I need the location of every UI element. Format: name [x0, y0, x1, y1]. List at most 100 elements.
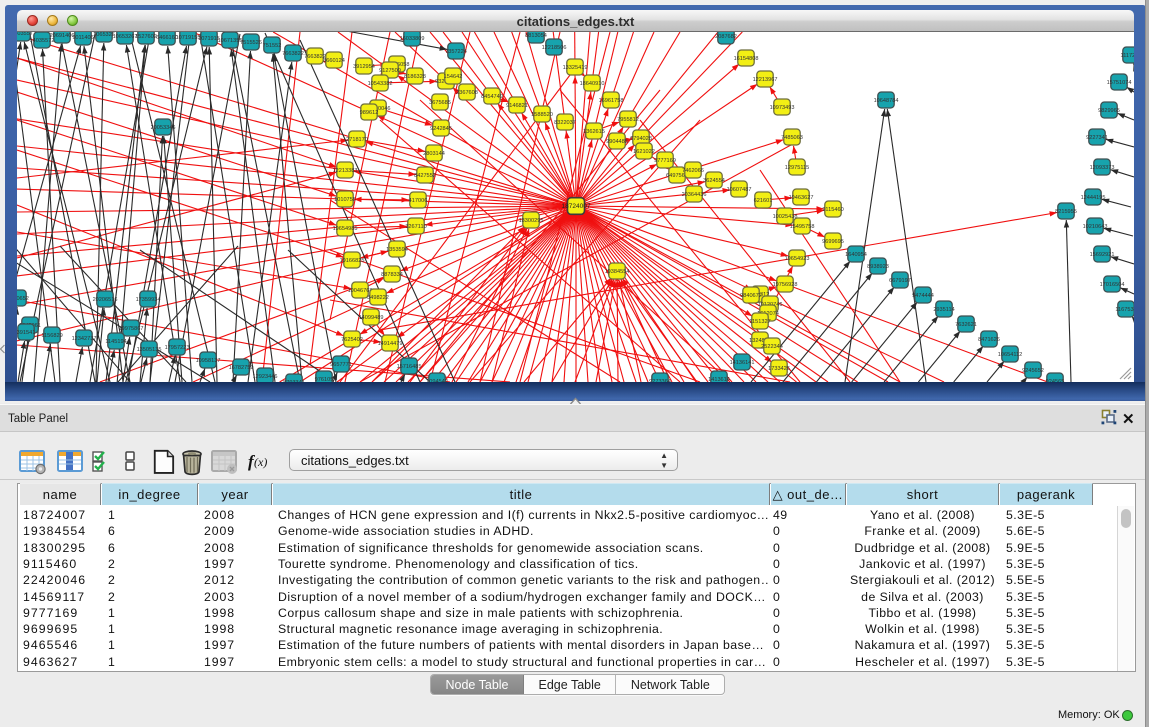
svg-text:15751074: 15751074	[1107, 80, 1132, 86]
svg-text:8454749: 8454749	[481, 94, 503, 100]
svg-text:1094542: 1094542	[426, 379, 448, 382]
svg-text:10671355: 10671355	[218, 38, 243, 44]
svg-text:15495758: 15495758	[790, 224, 815, 230]
svg-text:13505135: 13505135	[137, 347, 162, 353]
svg-text:19463627: 19463627	[789, 195, 814, 201]
svg-text:2087682: 2087682	[715, 34, 737, 40]
svg-text:19384554: 19384554	[605, 269, 630, 275]
svg-text:1353594: 1353594	[386, 247, 408, 253]
svg-text:18640910: 18640910	[580, 81, 605, 87]
svg-text:391541: 391541	[17, 330, 35, 336]
svg-text:18724007: 18724007	[562, 203, 591, 210]
svg-text:8322037: 8322037	[554, 120, 576, 126]
svg-text:8938923: 8938923	[867, 264, 889, 270]
svg-text:10607487: 10607487	[727, 187, 752, 193]
svg-text:9904485: 9904485	[606, 139, 628, 145]
svg-text:2620652: 2620652	[17, 296, 29, 302]
svg-text:10973493: 10973493	[770, 105, 795, 111]
svg-text:2403557: 2403557	[17, 32, 33, 37]
svg-text:2522344: 2522344	[761, 344, 783, 350]
svg-text:1145194: 1145194	[105, 339, 126, 345]
svg-text:6794028: 6794028	[630, 136, 652, 142]
svg-text:1527602: 1527602	[135, 34, 157, 40]
svg-text:3267110: 3267110	[405, 224, 426, 230]
svg-text:12342737: 12342737	[72, 336, 97, 342]
svg-text:1588520: 1588520	[531, 112, 553, 118]
svg-text:16033809: 16033809	[400, 36, 425, 42]
svg-text:3675685: 3675685	[429, 100, 451, 106]
svg-text:989612: 989612	[360, 110, 379, 116]
svg-text:10648784: 10648784	[874, 98, 899, 104]
svg-text:976105: 976105	[315, 377, 334, 382]
svg-text:10958137: 10958137	[196, 358, 221, 364]
svg-text:12093373: 12093373	[1090, 165, 1115, 171]
svg-text:8186328: 8186328	[404, 74, 426, 80]
svg-text:20053346: 20053346	[151, 125, 176, 131]
svg-text:8215955: 8215955	[1055, 209, 1077, 215]
svg-text:2367608: 2367608	[456, 90, 478, 96]
svg-text:12213383: 12213383	[333, 168, 358, 174]
svg-text:9273364: 9273364	[649, 379, 671, 382]
svg-text:14914479: 14914479	[378, 341, 403, 347]
svg-text:9011406: 9011406	[72, 35, 93, 41]
svg-text:20691406: 20691406	[50, 33, 75, 39]
svg-text:20364436: 20364436	[682, 192, 707, 198]
svg-text:14099489: 14099489	[359, 315, 384, 321]
svg-text:1640954: 1640954	[845, 252, 867, 258]
svg-text:3498222: 3498222	[367, 295, 389, 301]
svg-text:16782759: 16782759	[229, 365, 254, 371]
svg-text:1156829: 1156829	[41, 333, 62, 339]
svg-text:7632621: 7632621	[955, 322, 977, 328]
svg-text:13325419: 13325419	[563, 65, 588, 71]
svg-text:15692921: 15692921	[1090, 252, 1115, 258]
svg-text:9474444: 9474444	[912, 293, 934, 299]
svg-text:20206516: 20206516	[93, 297, 118, 303]
svg-text:9245652: 9245652	[1022, 368, 1044, 374]
svg-text:9146821: 9146821	[506, 103, 528, 109]
svg-text:2935114: 2935114	[933, 307, 954, 313]
svg-text:10025438: 10025438	[773, 214, 798, 220]
svg-text:19654923: 19654923	[785, 256, 810, 262]
svg-text:9115460: 9115460	[822, 207, 843, 213]
svg-text:751552: 751552	[263, 43, 282, 49]
svg-text:9840672: 9840672	[740, 293, 762, 299]
svg-text:1167534: 1167534	[1115, 307, 1134, 313]
svg-text:10046768: 10046768	[348, 288, 373, 294]
svg-text:14136141: 14136141	[730, 360, 755, 366]
svg-text:9242845: 9242845	[430, 126, 452, 132]
svg-text:924565: 924565	[1046, 379, 1065, 382]
svg-text:3660124: 3660124	[323, 58, 345, 64]
svg-text:12218506: 12218506	[542, 45, 567, 51]
svg-text:1413614: 1413614	[708, 377, 730, 382]
svg-text:3624554: 3624554	[703, 178, 725, 184]
svg-text:15716485: 15716485	[397, 364, 422, 370]
svg-text:1733426: 1733426	[768, 366, 790, 372]
svg-text:18300295: 18300295	[519, 218, 544, 224]
svg-text:1621022: 1621022	[633, 149, 655, 155]
svg-text:2718170: 2718170	[346, 137, 368, 143]
svg-text:8427552: 8427552	[414, 173, 436, 179]
svg-text:10653267: 10653267	[113, 34, 138, 40]
svg-text:(x): (x)	[254, 455, 267, 469]
svg-text:17359934: 17359934	[136, 297, 161, 303]
svg-text:9227341: 9227341	[1086, 135, 1108, 141]
svg-text:1117253: 1117253	[1121, 53, 1134, 59]
svg-text:7625402: 7625402	[341, 337, 363, 343]
svg-text:9829965: 9829965	[1098, 108, 1120, 114]
svg-text:7357224: 7357224	[445, 49, 467, 55]
svg-text:6679197: 6679197	[889, 278, 911, 284]
svg-text:1010755: 1010755	[334, 197, 356, 203]
svg-text:10210643: 10210643	[1083, 224, 1108, 230]
svg-text:3912954: 3912954	[353, 64, 375, 70]
svg-text:19975867: 19975867	[119, 326, 144, 332]
svg-text:621601: 621601	[754, 198, 773, 204]
svg-text:1151327: 1151327	[749, 319, 770, 325]
svg-text:8471626: 8471626	[978, 337, 1000, 343]
svg-text:154642: 154642	[444, 74, 463, 80]
svg-text:19756928: 19756928	[773, 282, 798, 288]
svg-text:7515526: 7515526	[240, 40, 262, 46]
svg-text:16961758: 16961758	[599, 98, 624, 104]
svg-text:10654112: 10654112	[998, 352, 1022, 358]
svg-text:7462066: 7462066	[682, 168, 704, 174]
svg-text:2803144: 2803144	[423, 151, 445, 157]
